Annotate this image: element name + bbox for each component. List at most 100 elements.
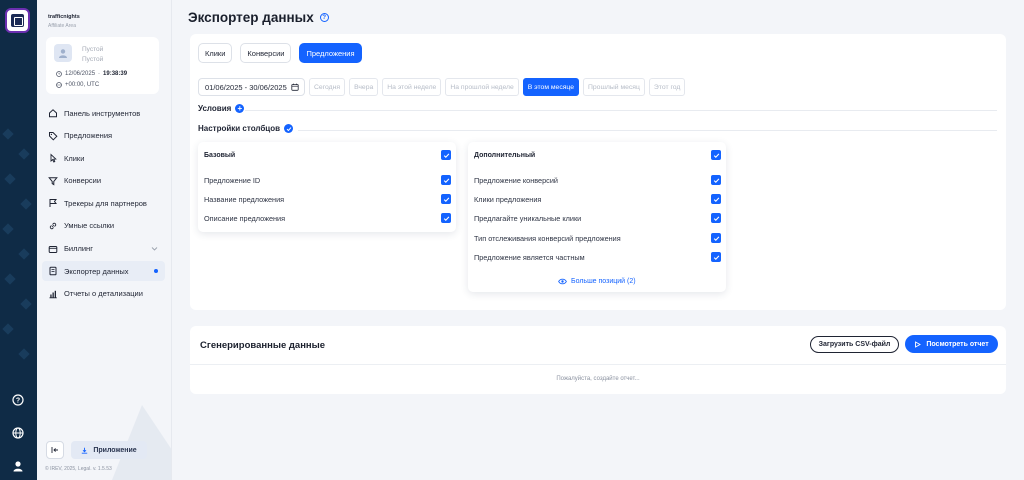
checkbox-conversion-tracking-type[interactable] <box>711 233 721 243</box>
sidebar-item-smart-links[interactable]: Умные ссылки <box>42 216 165 236</box>
columns-divider <box>298 130 997 131</box>
brand-subtitle: Affiliate Area <box>48 23 76 29</box>
generated-data-card: Сгенерированные данные Загрузить CSV-фай… <box>190 326 1006 394</box>
sidebar-item-label: Клики <box>64 153 85 163</box>
date-filter-row: 01/06/2025 - 30/06/2025 Сегодня Вчера На… <box>198 78 686 96</box>
columns-section[interactable]: Настройки столбцов <box>198 124 294 133</box>
export-icon <box>48 266 58 276</box>
decorative-shape <box>112 405 171 480</box>
column-offer-id: Предложение ID <box>204 176 261 185</box>
preset-this-year[interactable]: Этот год <box>648 78 686 96</box>
timezone-text: +00:00, UTC <box>65 82 100 88</box>
brand-name: trafficnights <box>48 14 80 20</box>
app-download-button[interactable]: Приложение <box>71 441 147 459</box>
preset-today[interactable]: Сегодня <box>309 78 346 96</box>
sidebar-item-dashboard[interactable]: Панель инструментов <box>42 103 165 123</box>
empty-state-message: Пожалуйста, создайте отчет... <box>556 376 640 382</box>
checkbox-offer-clicks[interactable] <box>711 194 721 204</box>
page-title: Экспортер данных ? <box>188 10 329 25</box>
date-range-input[interactable]: 01/06/2025 - 30/06/2025 <box>198 78 305 96</box>
sidebar-nav: Панель инструментов Предложения Клики Ко… <box>42 103 165 306</box>
pointer-icon <box>48 153 58 163</box>
user-name: Пустой <box>82 46 104 53</box>
collapse-icon <box>51 447 58 453</box>
tag-icon <box>48 131 58 141</box>
column-offer-name: Название предложения <box>204 195 285 204</box>
column-offer-private: Предложение является частным <box>474 253 585 262</box>
sidebar-item-offers[interactable]: Предложения <box>42 126 165 146</box>
checkbox-offer-description[interactable] <box>441 213 451 223</box>
sidebar: trafficnights Affiliate Area Пустой Пуст… <box>37 0 172 480</box>
export-settings-card: Клики Конверсии Предложения 01/06/2025 -… <box>190 34 1006 310</box>
tab-conversions[interactable]: Конверсии <box>240 43 292 63</box>
user-datetime: 12/06/2025 · 19:38:39 <box>56 71 127 77</box>
sidebar-item-label: Биллинг <box>64 244 93 254</box>
help-icon[interactable]: ? <box>10 392 26 408</box>
sidebar-item-data-exporter[interactable]: Экспортер данных <box>42 261 165 282</box>
globe-icon[interactable] <box>10 425 26 441</box>
generated-divider <box>190 364 1006 365</box>
help-circle-icon[interactable]: ? <box>319 13 329 22</box>
avatar <box>54 44 72 62</box>
sidebar-item-label: Предложения <box>64 131 113 141</box>
user-role: Пустой <box>82 56 104 63</box>
date-separator: · <box>98 71 101 77</box>
sidebar-item-label: Умные ссылки <box>64 221 115 231</box>
sidebar-item-clicks[interactable]: Клики <box>42 148 165 168</box>
home-icon <box>48 108 58 118</box>
conditions-section[interactable]: Условия + <box>198 104 245 113</box>
copyright: © IREV, 2025, Legal. v. 1.5.53 <box>45 466 112 472</box>
user-date: 12/06/2025 <box>65 71 96 77</box>
checkbox-offer-conversions[interactable] <box>711 175 721 185</box>
globe-small-icon <box>56 82 62 88</box>
user-icon[interactable] <box>10 458 26 474</box>
collapse-sidebar-button[interactable] <box>46 441 64 459</box>
more-columns-label: Больше позиций (2) <box>571 278 636 285</box>
sidebar-item-drilldown-reports[interactable]: Отчеты о детализации <box>42 284 165 304</box>
columns-check-icon[interactable] <box>284 124 294 133</box>
link-icon <box>48 221 58 231</box>
tab-offers[interactable]: Предложения <box>299 43 362 63</box>
checkbox-basic-all[interactable] <box>441 150 451 160</box>
user-card[interactable]: Пустой Пустой 12/06/2025 · 19:38:39 +00:… <box>46 37 159 94</box>
view-report-label: Посмотреть отчет <box>926 340 989 348</box>
chevron-down-icon[interactable] <box>151 245 158 254</box>
additional-columns-panel: Дополнительный Предложение конверсий Кли… <box>468 142 726 292</box>
checkbox-offer-private[interactable] <box>711 252 721 262</box>
wallet-icon <box>48 244 58 254</box>
user-timezone: +00:00, UTC <box>56 82 99 88</box>
sidebar-item-billing[interactable]: Биллинг <box>42 239 165 259</box>
basic-columns-panel: Базовый Предложение ID Название предложе… <box>198 142 456 232</box>
app-logo-icon[interactable] <box>5 8 30 33</box>
preset-this-week[interactable]: На этой неделе <box>382 78 442 96</box>
tracker-icon <box>48 198 58 208</box>
sidebar-item-conversions[interactable]: Конверсии <box>42 171 165 191</box>
add-condition-icon[interactable]: + <box>235 104 245 113</box>
preset-yesterday[interactable]: Вчера <box>349 78 379 96</box>
tab-clicks[interactable]: Клики <box>198 43 233 63</box>
sidebar-item-trackers[interactable]: Трекеры для партнеров <box>42 193 165 213</box>
conditions-label: Условия <box>198 104 232 113</box>
preset-last-week[interactable]: На прошлой неделе <box>445 78 519 96</box>
app-rail: ? <box>0 0 37 480</box>
view-report-button[interactable]: Посмотреть отчет <box>905 335 998 353</box>
checkbox-additional-all[interactable] <box>711 150 721 160</box>
rail-pattern <box>2 128 32 360</box>
column-conversion-tracking-type: Тип отслеживания конверсий предложения <box>474 234 621 243</box>
checkbox-unique-clicks[interactable] <box>711 213 721 223</box>
svg-text:?: ? <box>16 398 20 405</box>
download-csv-button[interactable]: Загрузить CSV-файл <box>810 336 899 353</box>
preset-last-month[interactable]: Прошлый месяц <box>583 78 645 96</box>
preset-this-month[interactable]: В этом месяце <box>522 78 580 96</box>
sidebar-footer: Приложение <box>46 441 147 459</box>
sidebar-item-label: Конверсии <box>64 176 102 186</box>
more-columns-link[interactable]: Больше позиций (2) <box>558 278 636 285</box>
basic-panel-title: Базовый <box>204 152 236 159</box>
column-unique-clicks: Предлагайте уникальные клики <box>474 214 582 223</box>
sidebar-item-label: Панель инструментов <box>64 108 141 118</box>
column-offer-description: Описание предложения <box>204 214 286 223</box>
checkbox-offer-id[interactable] <box>441 175 451 185</box>
checkbox-offer-name[interactable] <box>441 194 451 204</box>
play-icon <box>915 340 922 348</box>
clock-icon <box>56 71 62 77</box>
